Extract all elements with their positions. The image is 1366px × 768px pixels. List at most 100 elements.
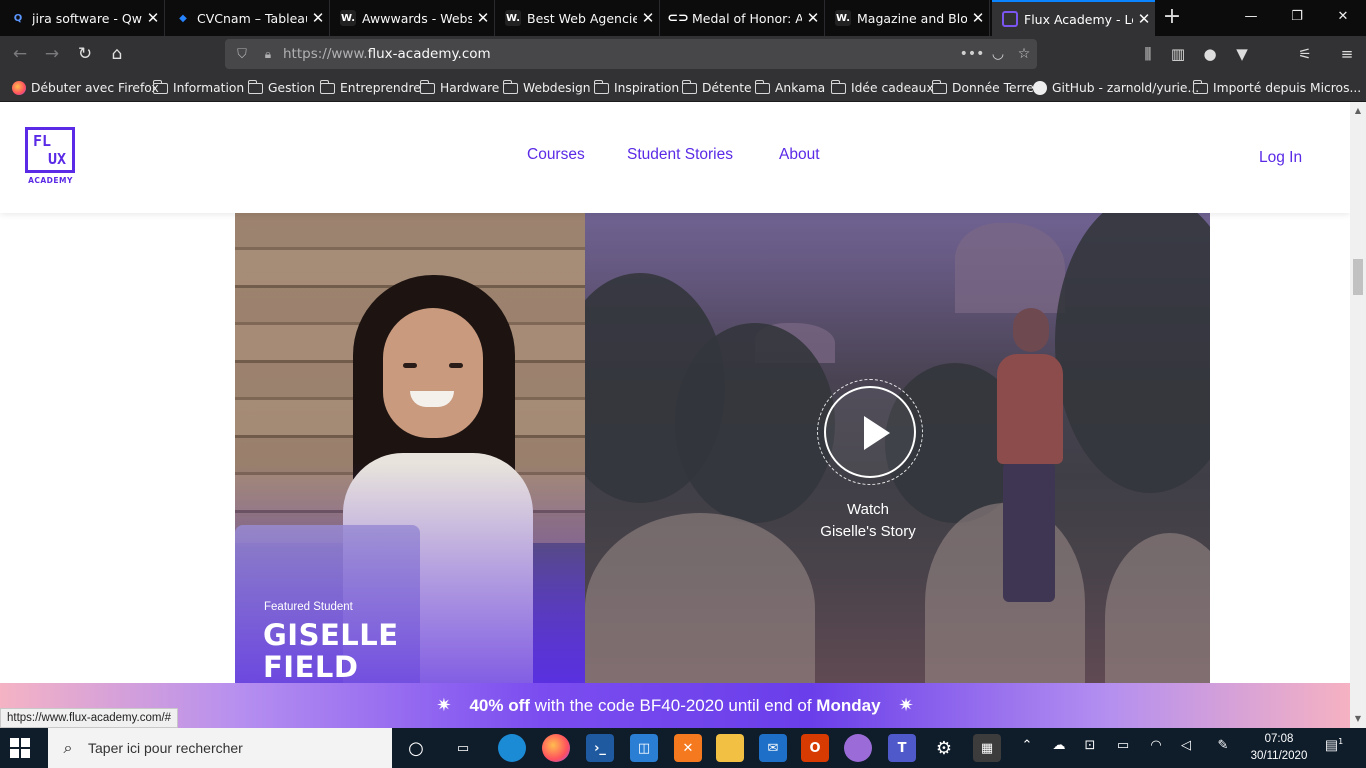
close-tab-icon[interactable]: ✕ [967, 9, 989, 27]
bookmark-folder[interactable]: Idée cadeaux [830, 79, 934, 97]
bookmark-star-icon[interactable]: ☆ [1011, 46, 1037, 62]
vivaldi-extension-icon[interactable]: ▼ [1230, 42, 1254, 66]
url-text[interactable]: https://www.flux-academy.com [279, 46, 959, 62]
page-scrollbar[interactable]: ▲ ▼ [1350, 102, 1366, 728]
bookmark-item[interactable]: Débuter avec Firefox [12, 79, 159, 97]
maximize-button[interactable]: ❐ [1274, 0, 1320, 36]
teams-icon[interactable]: T [888, 734, 916, 762]
bookmark-folder[interactable]: Gestion [247, 79, 315, 97]
bookmark-folder[interactable]: Importé depuis Micros... [1192, 79, 1361, 97]
scrollbar-thumb[interactable] [1353, 259, 1363, 295]
tab-title: Flux Academy - Lea [1024, 11, 1133, 27]
close-tab-icon[interactable]: ✕ [637, 9, 659, 27]
sidebar-icon[interactable]: ▥ [1166, 42, 1190, 66]
translate-icon[interactable]: ⚟ [1293, 42, 1317, 66]
onedrive-icon[interactable]: ☁ [1049, 738, 1069, 753]
student-story-video[interactable]: Watch Giselle's Story [585, 213, 1210, 693]
library-icon[interactable]: ⫼ [1136, 42, 1160, 66]
folder-icon [152, 79, 168, 94]
browser-tab[interactable]: W. Magazine and Blog ✕ [825, 0, 990, 36]
bookmark-folder[interactable]: Ankama [754, 79, 825, 97]
bookmark-label: Débuter avec Firefox [31, 81, 159, 95]
tray-app-icon[interactable]: ⊡ [1080, 738, 1100, 753]
play-button[interactable] [817, 379, 923, 485]
pen-icon[interactable]: ✎ [1213, 738, 1233, 753]
wifi-icon[interactable]: ◠ [1146, 738, 1166, 753]
play-icon [864, 416, 890, 450]
folder-icon [502, 79, 518, 94]
flux-academy-logo[interactable]: FL UX ACADEMY [25, 127, 76, 187]
menu-icon[interactable]: ≡ [1335, 42, 1359, 66]
promo-banner[interactable]: ✷ 40% off with the code BF40-2020 until … [0, 683, 1350, 728]
close-tab-icon[interactable]: ✕ [307, 9, 329, 27]
mail-icon[interactable]: ✉ [759, 734, 787, 762]
bookmark-folder[interactable]: Donnée Terre [931, 79, 1034, 97]
bookmark-item[interactable]: GitHub - zarnold/yurie... [1033, 79, 1199, 97]
bookmark-folder[interactable]: Détente [681, 79, 752, 97]
task-view-icon[interactable]: ▭ [449, 734, 477, 762]
app-icon[interactable]: ◫ [630, 734, 658, 762]
powershell-icon[interactable]: ›_ [586, 734, 614, 762]
student-last-name: FIELD [263, 650, 359, 684]
bookmark-folder[interactable]: Information [152, 79, 244, 97]
close-tab-icon[interactable]: ✕ [142, 9, 164, 27]
nav-about[interactable]: About [779, 146, 820, 164]
minimize-button[interactable]: — [1228, 0, 1274, 36]
github-desktop-icon[interactable] [844, 734, 872, 762]
close-tab-icon[interactable]: ✕ [1133, 10, 1155, 28]
xampp-icon[interactable]: ✕ [674, 734, 702, 762]
file-explorer-icon[interactable] [716, 734, 744, 762]
firefox-taskbar-icon[interactable] [542, 734, 570, 762]
scroll-down-arrow[interactable]: ▼ [1350, 714, 1366, 723]
notification-center-icon[interactable]: ▤1 [1322, 737, 1346, 759]
nav-courses[interactable]: Courses [527, 146, 585, 164]
settings-icon[interactable]: ⚙ [930, 734, 958, 762]
new-tab-button[interactable]: + [1158, 4, 1186, 32]
bookmark-folder[interactable]: Entreprendre [319, 79, 421, 97]
system-clock[interactable]: 07:08 30/11/2020 [1244, 731, 1314, 765]
pocket-icon[interactable]: ◡ [985, 46, 1011, 62]
show-hidden-icons[interactable]: ⌃ [1017, 738, 1037, 753]
navigation-toolbar: ← → ↻ ⌂ ⛉ 🔒︎ https://www.flux-academy.co… [0, 36, 1366, 72]
close-tab-icon[interactable]: ✕ [472, 9, 494, 27]
search-icon: ⌕ [63, 738, 73, 757]
url-domain: flux-academy.com [367, 46, 491, 62]
browser-tab[interactable]: ◆ CVCnam – Tableau Ji ✕ [165, 0, 330, 36]
watch-story-label[interactable]: Watch Giselle's Story [768, 499, 968, 543]
browser-tab[interactable]: W. Awwwards - Website ✕ [330, 0, 495, 36]
folder-icon [419, 79, 435, 94]
bookmark-folder[interactable]: Webdesign [502, 79, 591, 97]
forward-button[interactable]: → [38, 40, 66, 68]
office-icon[interactable]: O [801, 734, 829, 762]
home-button[interactable]: ⌂ [103, 40, 131, 68]
lock-icon[interactable]: 🔒︎ [257, 47, 279, 62]
nav-student-stories[interactable]: Student Stories [627, 146, 733, 164]
volume-icon[interactable]: ◁ [1176, 738, 1196, 753]
login-link[interactable]: Log In [1259, 149, 1302, 167]
store-icon[interactable]: ▦ [973, 734, 1001, 762]
taskbar-search[interactable]: ⌕ Taper ici pour rechercher [48, 728, 392, 768]
back-button[interactable]: ← [6, 40, 34, 68]
browser-tab[interactable]: Q jira software - Qwan ✕ [0, 0, 165, 36]
address-bar[interactable]: ⛉ 🔒︎ https://www.flux-academy.com ••• ◡ … [225, 39, 1037, 69]
cortana-icon[interactable]: ○ [402, 734, 430, 762]
extension-icon[interactable]: ● [1198, 42, 1222, 66]
bookmark-folder[interactable]: Inspiration [593, 79, 679, 97]
battery-icon[interactable]: ▭ [1113, 738, 1133, 753]
reload-button[interactable]: ↻ [71, 40, 99, 68]
page-actions-icon[interactable]: ••• [959, 46, 985, 62]
bookmarks-toolbar: Débuter avec Firefox Information Gestion… [0, 72, 1366, 102]
bookmark-folder[interactable]: Hardware [419, 79, 499, 97]
close-window-button[interactable]: ✕ [1320, 0, 1366, 36]
folder-icon [754, 79, 770, 94]
browser-tab[interactable]: W. Best Web Agencies | ✕ [495, 0, 660, 36]
tracking-protection-icon[interactable]: ⛉ [227, 47, 257, 62]
browser-tab[interactable]: ⊂⊃ Medal of Honor: Ab ✕ [660, 0, 825, 36]
browser-tab-active[interactable]: Flux Academy - Lea ✕ [992, 0, 1155, 36]
edge-icon[interactable] [498, 734, 526, 762]
windows-taskbar: ⌕ Taper ici pour rechercher ○ ▭ ›_ ◫ ✕ ✉… [0, 728, 1366, 768]
close-tab-icon[interactable]: ✕ [802, 9, 824, 27]
search-placeholder: Taper ici pour rechercher [88, 740, 243, 756]
scroll-up-arrow[interactable]: ▲ [1350, 106, 1366, 115]
windows-start-icon[interactable] [10, 738, 32, 758]
